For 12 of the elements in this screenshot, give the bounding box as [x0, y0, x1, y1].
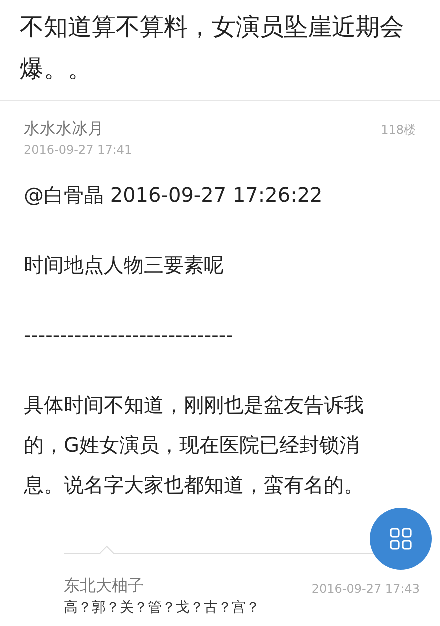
username: 东北大柚子 — [64, 575, 144, 597]
username: 水水水冰月 — [24, 118, 105, 140]
timestamp: 2016-09-27 17:41 — [24, 142, 132, 159]
reply-paragraph: ----------------------------- — [24, 322, 234, 349]
floor-number: 118楼 — [381, 122, 416, 139]
timestamp: 2016-09-27 17:43 — [312, 581, 420, 598]
grid-icon — [390, 528, 412, 550]
reply-text: 高？郭？关？管？戈？古？宫？ — [64, 599, 261, 618]
reply-paragraph: 具体时间不知道，刚刚也是盆友告诉我的，G姓女演员，现在医院已经封锁消息。说名字大家也都知道，蛮有名的。 — [24, 392, 365, 499]
reply-paragraph: @白骨晶 2016-09-27 17:26:22 — [24, 182, 324, 209]
post-title: 不知道算不算料，女演员坠崖近期会爆。。 — [19, 12, 405, 85]
reply-paragraph: 时间地点人物三要素呢 — [24, 252, 225, 279]
